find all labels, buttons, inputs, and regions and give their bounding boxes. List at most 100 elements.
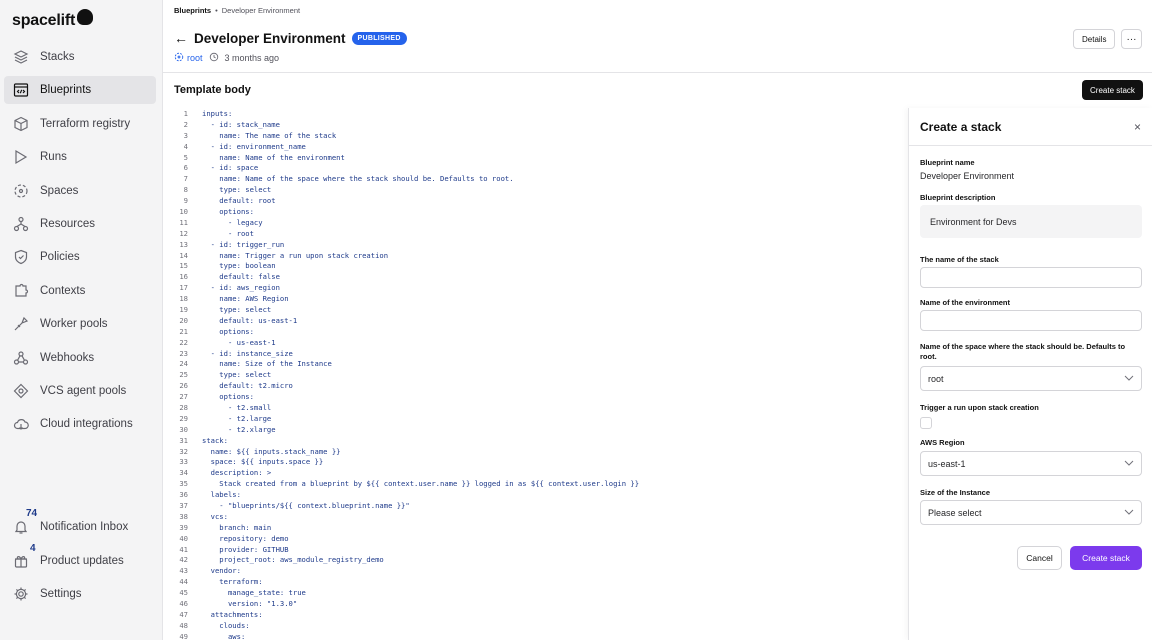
line-number: 37 (179, 501, 188, 510)
sidebar-item-contexts[interactable]: Contexts (4, 277, 156, 305)
more-options-button[interactable]: ··· (1121, 29, 1142, 49)
code-line: 38 vcs: (163, 511, 908, 522)
sidebar-item-label: Runs (40, 151, 67, 164)
breadcrumb-separator: • (215, 6, 218, 15)
space-select-label: Name of the space where the stack should… (920, 342, 1126, 361)
code-text: - id: aws_region (202, 283, 280, 293)
code-line: 16 default: false (163, 271, 908, 282)
runs-icon (12, 148, 30, 166)
code-line: 34 description: > (163, 467, 908, 478)
line-number: 5 (183, 152, 188, 162)
code-line: 28 - t2.small (163, 402, 908, 413)
code-line: 6 - id: space (163, 162, 908, 173)
sidebar-item-cloud-integrations[interactable]: Cloud integrations (4, 410, 156, 438)
back-arrow-icon[interactable]: ← (174, 30, 188, 46)
code-text: repository: demo (202, 533, 289, 543)
line-number: 21 (179, 326, 188, 336)
code-line: 11 - legacy (163, 217, 908, 228)
stack-name-input[interactable] (920, 267, 1142, 288)
instance-size-value: Please select (928, 507, 982, 518)
code-text: Stack created from a blueprint by ${{ co… (202, 479, 640, 489)
cancel-button[interactable]: Cancel (1017, 546, 1062, 570)
line-number: 31 (179, 435, 188, 445)
main-content: Blueprints • Developer Environment ← Dev… (163, 0, 1152, 640)
line-number: 15 (179, 261, 188, 271)
code-text: - id: space (202, 163, 259, 173)
line-number: 38 (179, 511, 188, 521)
code-text: - t2.small (202, 402, 272, 412)
spacelift-logo[interactable]: spacelift (12, 8, 94, 34)
code-text: default: us-east-1 (202, 315, 298, 325)
blueprint-name-label: Blueprint name (920, 158, 975, 167)
code-text: name: ${{ inputs.stack_name }} (202, 446, 341, 456)
create-stack-submit-button[interactable]: Create stack (1070, 546, 1142, 570)
sidebar-item-blueprints[interactable]: Blueprints (4, 76, 156, 105)
code-text: type: boolean (202, 261, 276, 271)
line-number: 18 (179, 294, 188, 304)
breadcrumb-blueprints-link[interactable]: Blueprints (174, 6, 211, 15)
code-line: 9 default: root (163, 195, 908, 206)
code-line: 46 version: "1.3.0" (163, 598, 908, 609)
blueprint-description-label: Blueprint description (920, 193, 996, 202)
sidebar-item-label: Cloud integrations (40, 418, 133, 431)
updates-count-badge: 4 (30, 542, 36, 554)
code-line: 33 space: ${{ inputs.space }} (163, 457, 908, 468)
instance-size-select[interactable]: Please select (920, 500, 1142, 525)
code-text: name: Name of the environment (202, 152, 345, 162)
sidebar-item-settings[interactable]: Settings (4, 579, 156, 609)
sidebar-item-policies[interactable]: Policies (4, 243, 156, 271)
sidebar-item-label: Blueprints (40, 84, 92, 97)
sidebar-item-product-updates[interactable]: 4 Product updates (4, 542, 156, 576)
sidebar-item-notification-inbox[interactable]: 74 Notification Inbox (4, 508, 156, 542)
sidebar-item-webhooks[interactable]: Webhooks (4, 344, 156, 372)
sidebar-item-label: Product updates (40, 554, 124, 567)
code-line: 43 vendor: (163, 565, 908, 576)
template-body-title: Template body (174, 84, 251, 96)
sidebar-item-terraform-registry[interactable]: Terraform registry (4, 110, 156, 138)
line-number: 24 (179, 359, 188, 369)
notification-count-badge: 74 (26, 508, 38, 519)
sidebar-item-spaces[interactable]: Spaces (4, 177, 156, 205)
code-line: 7 name: Name of the space where the stac… (163, 173, 908, 184)
space-select-value: root (928, 373, 944, 384)
create-stack-header-button[interactable]: Create stack (1082, 80, 1143, 100)
code-text: provider: GITHUB (202, 544, 289, 554)
code-text: space: ${{ inputs.space }} (202, 457, 324, 467)
line-number: 22 (179, 337, 188, 347)
spaces-icon (12, 182, 30, 200)
code-line: 1 inputs: (163, 108, 908, 119)
code-text: - id: trigger_run (202, 239, 285, 249)
sidebar-item-stacks[interactable]: Stacks (4, 43, 156, 71)
line-number: 42 (179, 555, 188, 565)
code-line: 44 terraform: (163, 576, 908, 587)
sidebar-item-runs[interactable]: Runs (4, 143, 156, 171)
code-text: options: (202, 326, 254, 336)
code-text: aws: (202, 631, 246, 640)
space-link[interactable]: root (174, 52, 203, 64)
line-number: 33 (179, 457, 188, 467)
policies-icon (12, 248, 30, 266)
code-editor[interactable]: 1 inputs: 2 - id: stack_name 3 name: The na… (163, 108, 908, 640)
stack-name-label: The name of the stack (920, 255, 999, 264)
sidebar-item-label: Notification Inbox (40, 521, 129, 533)
code-line: 39 branch: main (163, 522, 908, 533)
blueprint-name-value: Developer Environment (920, 171, 1015, 181)
sidebar-item-resources[interactable]: Resources (4, 210, 156, 238)
code-text: - t2.large (202, 413, 272, 423)
space-select[interactable]: root (920, 366, 1142, 391)
code-text: options: (202, 206, 254, 216)
environment-name-input[interactable] (920, 310, 1142, 331)
line-number: 34 (179, 468, 188, 478)
trigger-run-checkbox[interactable] (920, 417, 932, 429)
sidebar-item-worker-pools[interactable]: Worker pools (4, 310, 156, 338)
close-icon[interactable]: × (1134, 120, 1141, 134)
line-number: 17 (179, 283, 188, 293)
details-button[interactable]: Details (1073, 29, 1116, 49)
code-text: labels: (202, 490, 241, 500)
line-number: 3 (183, 130, 188, 140)
chevron-down-icon (1124, 508, 1134, 517)
code-text: name: The name of the stack (202, 130, 337, 140)
sidebar-item-label: Stacks (40, 51, 75, 63)
aws-region-select[interactable]: us-east-1 (920, 451, 1142, 476)
sidebar-item-vcs-agent-pools[interactable]: VCS agent pools (4, 377, 156, 405)
